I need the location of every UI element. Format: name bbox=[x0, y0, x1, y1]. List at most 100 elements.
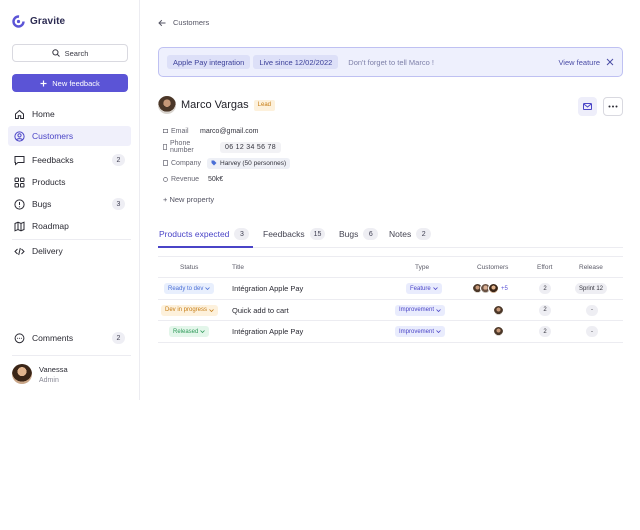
row-title: Intégration Apple Pay bbox=[232, 284, 304, 293]
tag-icon bbox=[211, 160, 217, 166]
type-dropdown[interactable]: Improvement bbox=[395, 304, 446, 316]
chevron-down-icon bbox=[205, 287, 211, 290]
user-role: Admin bbox=[39, 376, 59, 384]
status-label: Dev in progress bbox=[165, 307, 208, 313]
map-icon bbox=[14, 220, 25, 232]
new-feedback-button[interactable]: New feedback bbox=[12, 74, 128, 92]
mail-icon bbox=[583, 103, 592, 110]
bugs-count-badge: 3 bbox=[112, 198, 125, 210]
sidebar-item-bugs[interactable]: Bugs 3 bbox=[8, 194, 131, 214]
avatar bbox=[493, 304, 504, 316]
tab-notes[interactable]: Notes 2 bbox=[389, 227, 432, 241]
status-dropdown[interactable]: Dev in progress bbox=[161, 304, 219, 316]
sidebar-item-label: Home bbox=[32, 109, 55, 119]
sidebar-item-roadmap[interactable]: Roadmap bbox=[8, 216, 131, 236]
arrow-left-icon bbox=[158, 19, 166, 27]
revenue-value[interactable]: 50k€ bbox=[208, 176, 223, 183]
customer-name: Marco Vargas bbox=[181, 99, 249, 111]
app-logo[interactable]: Gravite bbox=[12, 15, 65, 28]
search-label: Search bbox=[64, 48, 89, 58]
property-revenue: Revenue 50k€ bbox=[163, 173, 223, 185]
status-badge: Lead bbox=[253, 99, 276, 111]
company-chip[interactable]: Harvey (50 personnes) bbox=[207, 157, 291, 169]
active-tab-indicator bbox=[158, 246, 253, 248]
effort-value: 2 bbox=[539, 304, 551, 316]
message-icon bbox=[14, 155, 25, 166]
sidebar-item-label: Delivery bbox=[32, 246, 63, 256]
sidebar-item-label: Bugs bbox=[32, 199, 52, 209]
table-row[interactable]: Dev in progress Quick add to cart Improv… bbox=[158, 300, 623, 321]
column-header-status[interactable]: Status bbox=[180, 264, 198, 271]
tab-bar: Products expected 3 Feedbacks 15 Bugs 6 … bbox=[158, 226, 623, 248]
column-header-title[interactable]: Title bbox=[232, 264, 244, 271]
avatar bbox=[12, 364, 32, 384]
status-label: Ready to dev bbox=[168, 285, 204, 292]
tab-products-expected[interactable]: Products expected 3 bbox=[159, 227, 250, 241]
feature-chip[interactable]: Apple Pay integration bbox=[167, 55, 251, 69]
sidebar-item-label: Comments bbox=[32, 333, 74, 343]
more-options-button[interactable] bbox=[603, 97, 623, 116]
column-header-effort[interactable]: Effort bbox=[537, 264, 552, 271]
new-feedback-label: New feedback bbox=[52, 78, 100, 88]
type-dropdown[interactable]: Improvement bbox=[395, 326, 446, 337]
plus-icon bbox=[40, 80, 47, 87]
tab-label: Bugs bbox=[339, 229, 359, 239]
chat-bubble-icon bbox=[14, 332, 25, 344]
tab-count-badge: 15 bbox=[309, 228, 326, 240]
breadcrumb[interactable]: Customers bbox=[158, 18, 209, 27]
sidebar-item-feedbacks[interactable]: Feedbacks 2 bbox=[8, 150, 131, 170]
table-row[interactable]: Ready to dev Intégration Apple Pay Featu… bbox=[158, 278, 623, 300]
email-button[interactable] bbox=[578, 97, 597, 116]
effort-value: 2 bbox=[539, 326, 551, 337]
column-header-release[interactable]: Release bbox=[579, 264, 603, 271]
phone-value[interactable]: 06 12 34 56 78 bbox=[220, 141, 281, 153]
view-feature-link[interactable]: View feature bbox=[558, 58, 600, 67]
user-profile[interactable]: Vanessa Admin bbox=[12, 364, 68, 384]
close-icon[interactable] bbox=[606, 58, 614, 66]
building-icon bbox=[163, 160, 168, 166]
sidebar-item-customers[interactable]: Customers bbox=[8, 126, 131, 146]
tab-feedbacks[interactable]: Feedbacks 15 bbox=[263, 227, 326, 241]
sidebar-item-comments[interactable]: Comments 2 bbox=[8, 328, 131, 348]
status-dropdown[interactable]: Ready to dev bbox=[164, 283, 215, 294]
customer-header: Marco Vargas Lead bbox=[158, 96, 276, 114]
chevron-down-icon bbox=[209, 308, 214, 312]
avatar bbox=[493, 326, 504, 337]
release-value: Sprint 12 bbox=[575, 283, 608, 294]
sidebar-item-label: Customers bbox=[32, 131, 74, 141]
tab-bugs[interactable]: Bugs 6 bbox=[339, 227, 379, 241]
release-value: - bbox=[586, 326, 598, 337]
column-header-type[interactable]: Type bbox=[415, 264, 429, 271]
tab-label: Notes bbox=[389, 229, 412, 239]
customer-avatars[interactable] bbox=[493, 304, 504, 316]
table-row[interactable]: Released Intégration Apple Pay Improveme… bbox=[158, 321, 623, 343]
alert-circle-icon bbox=[14, 198, 25, 210]
revenue-icon bbox=[163, 176, 168, 182]
row-title: Quick add to cart bbox=[232, 305, 289, 315]
search-button[interactable]: Search bbox=[12, 44, 128, 62]
company-value: Harvey (50 personnes) bbox=[220, 159, 287, 167]
status-dropdown[interactable]: Released bbox=[169, 326, 210, 337]
products-table: Status Title Type Customers Effort Relea… bbox=[158, 256, 623, 343]
sidebar-item-products[interactable]: Products bbox=[8, 172, 131, 192]
table-header: Status Title Type Customers Effort Relea… bbox=[158, 256, 623, 278]
sidebar-item-home[interactable]: Home bbox=[8, 104, 131, 124]
new-property-button[interactable]: + New property bbox=[163, 195, 214, 204]
customer-avatars[interactable] bbox=[493, 326, 504, 337]
chevron-down-icon bbox=[432, 287, 438, 290]
chevron-down-icon bbox=[436, 308, 441, 312]
user-circle-icon bbox=[14, 130, 25, 142]
type-dropdown[interactable]: Feature bbox=[406, 283, 442, 294]
sidebar-item-delivery[interactable]: Delivery bbox=[8, 241, 131, 261]
tab-count-badge: 6 bbox=[363, 228, 379, 240]
home-icon bbox=[14, 109, 25, 120]
type-label: Feature bbox=[410, 285, 431, 292]
column-header-customers[interactable]: Customers bbox=[477, 264, 508, 271]
property-label: Email bbox=[171, 127, 189, 135]
email-value[interactable]: marco@gmail.com bbox=[200, 128, 258, 135]
sidebar-divider bbox=[12, 355, 131, 356]
avatar bbox=[488, 283, 499, 294]
type-label: Improvement bbox=[399, 328, 435, 335]
customer-avatars[interactable]: +5 bbox=[472, 283, 508, 294]
property-company: Company Harvey (50 personnes) bbox=[163, 157, 291, 169]
